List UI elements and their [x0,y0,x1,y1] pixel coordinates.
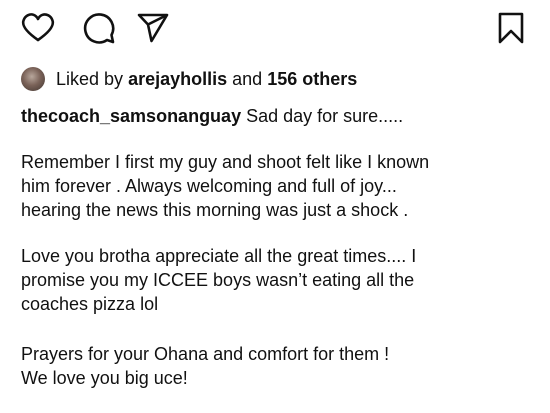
share-icon[interactable] [136,11,170,45]
post-caption: thecoach_samsonanguay Sad day for sure..… [21,104,541,390]
liked-by-label: Liked by [56,68,124,89]
caption-paragraph-3: Prayers for your Ohana and comfort for t… [21,342,541,390]
caption-line: We love you big uce! [21,368,188,388]
share-icon-graphic [137,13,169,43]
post-action-bar [0,0,550,60]
comment-icon-graphic [83,13,115,44]
others-link[interactable]: 156 others [267,69,357,90]
caption-paragraph-2: Love you brotha appreciate all the great… [21,244,541,316]
caption-line: Love you brotha appreciate all the great… [21,246,417,266]
caption-line: hearing the news this morning was just a… [21,200,409,220]
caption-paragraph-1: Remember I first my guy and shoot felt l… [21,150,541,222]
bookmark-icon-graphic [498,12,524,44]
likes-conjunction: and [232,68,263,89]
caption-line: him forever . Always welcoming and full … [21,176,397,196]
caption-username[interactable]: thecoach_samsonanguay [21,106,241,126]
caption-line: coaches pizza lol [21,294,159,314]
heart-icon-graphic [21,13,55,42]
liker-username[interactable]: arejayhollis [128,69,227,90]
liker-avatar[interactable] [21,67,45,91]
heart-icon[interactable] [21,11,55,45]
caption-line: Prayers for your Ohana and comfort for t… [21,344,390,364]
caption-first-text: Sad day for sure..... [246,106,404,126]
likes-summary: Liked by arejayhollis and 156 others [21,64,357,94]
caption-line: promise you my ICCEE boys wasn’t eating … [21,270,415,290]
bookmark-icon[interactable] [494,11,526,45]
caption-line: Remember I first my guy and shoot felt l… [21,152,430,172]
comment-icon[interactable] [82,11,116,45]
caption-first-line: thecoach_samsonanguay Sad day for sure..… [21,104,541,128]
